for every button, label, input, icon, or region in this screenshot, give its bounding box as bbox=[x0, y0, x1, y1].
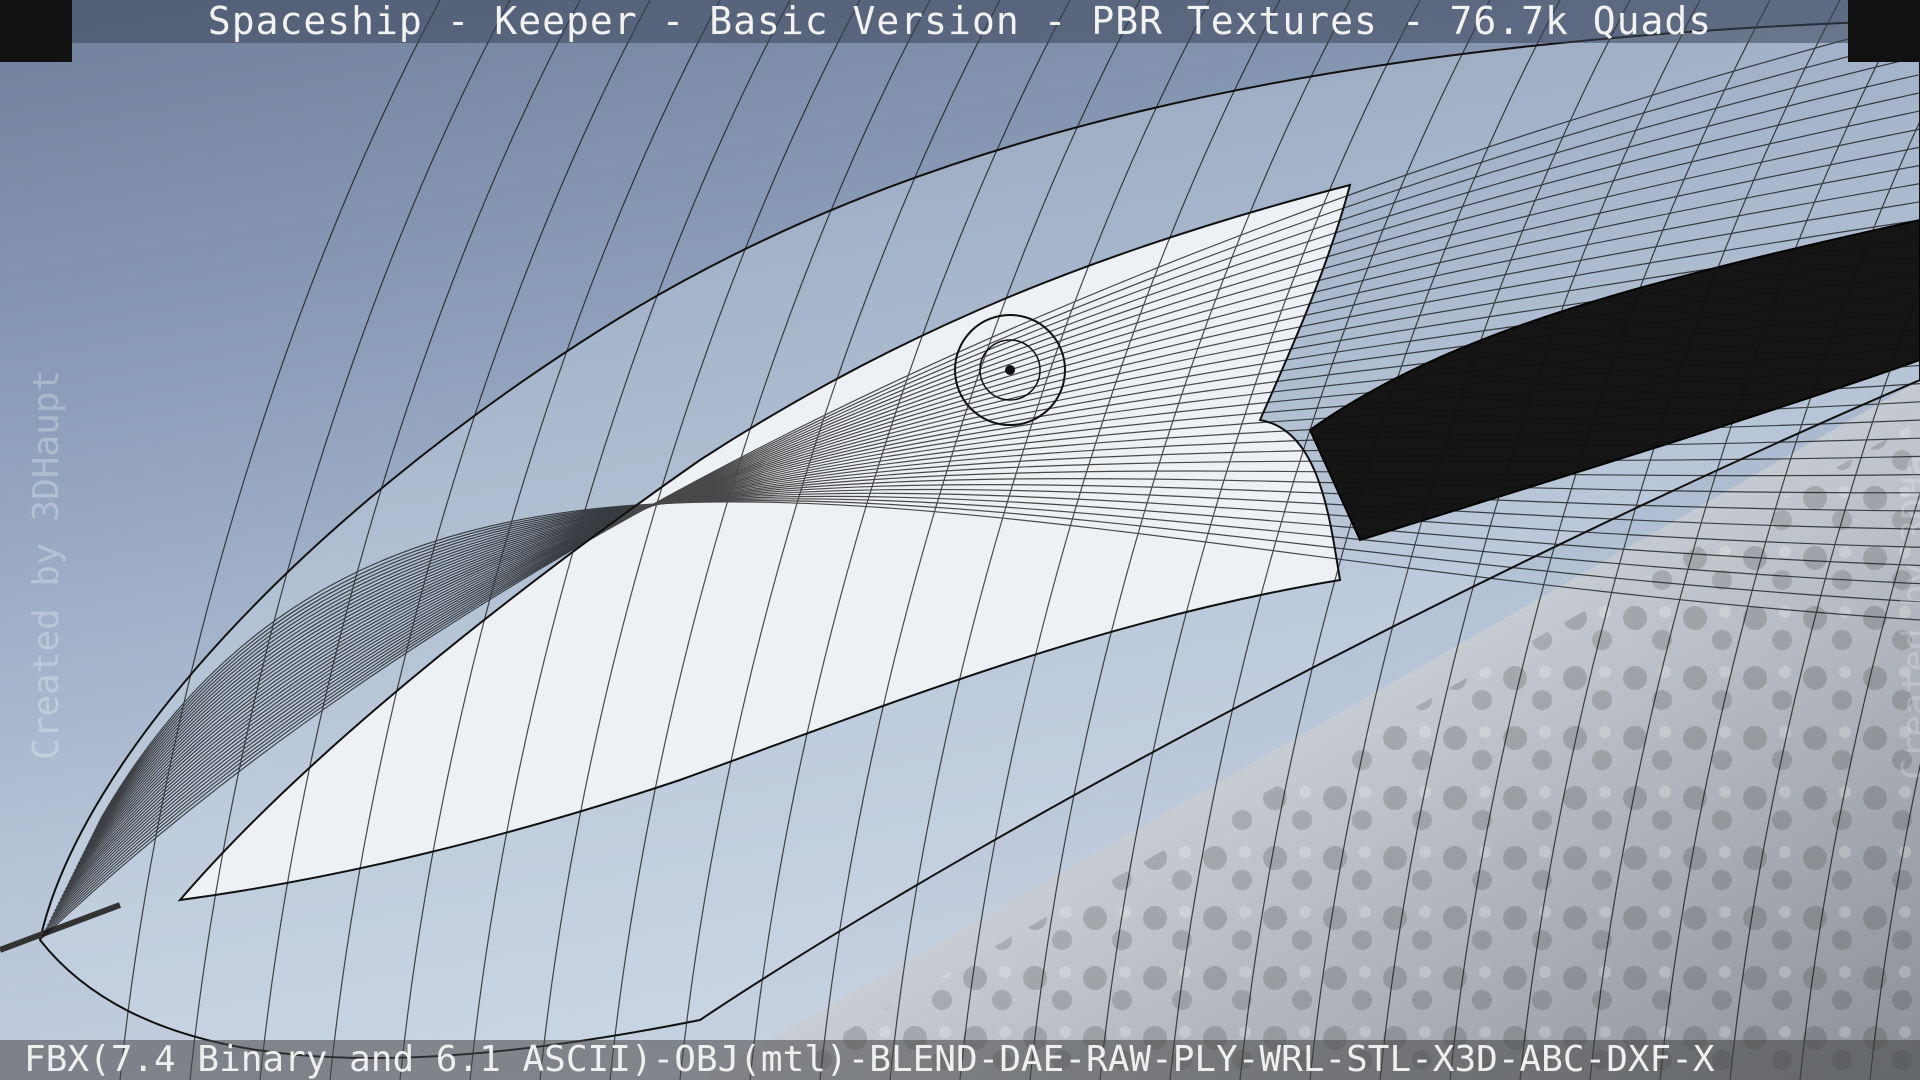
render-viewport: Spaceship - Keeper - Basic Version - PBR… bbox=[0, 0, 1920, 1080]
file-formats-text: FBX(7.4 Binary and 6.1 ASCII)-OBJ(mtl)-B… bbox=[24, 1040, 1715, 1080]
page-title: Spaceship - Keeper - Basic Version - PBR… bbox=[207, 0, 1713, 43]
watermark-right: Created by 3DHa bbox=[1895, 454, 1920, 780]
watermark-left: Created by 3DHaupt bbox=[26, 369, 67, 760]
title-banner: Spaceship - Keeper - Basic Version - PBR… bbox=[72, 0, 1848, 43]
letterbox-corner-left bbox=[0, 0, 72, 62]
spaceship-wireframe-render bbox=[0, 0, 1920, 1080]
letterbox-corner-right bbox=[1848, 0, 1920, 62]
formats-banner: FBX(7.4 Binary and 6.1 ASCII)-OBJ(mtl)-B… bbox=[0, 1040, 1920, 1080]
